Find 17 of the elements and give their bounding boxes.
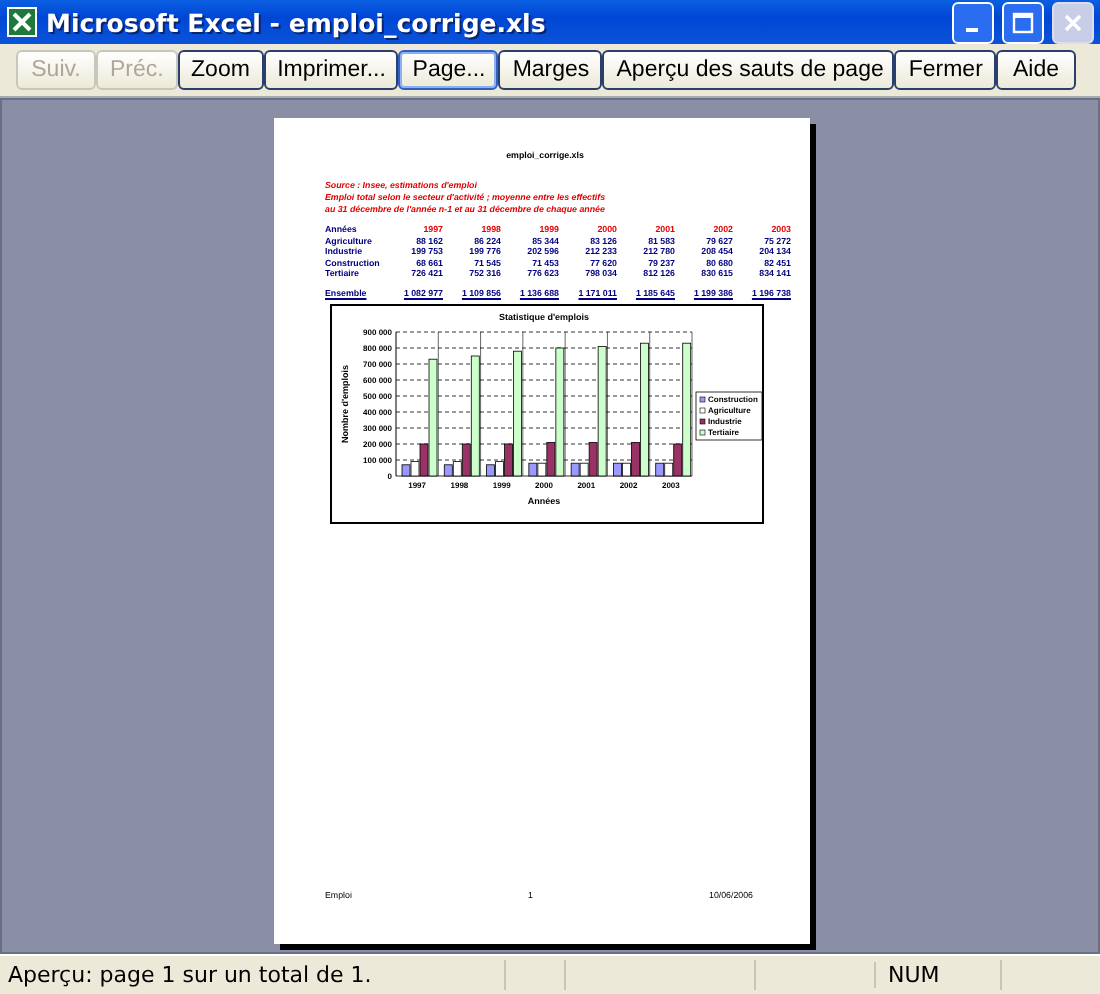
maximize-button[interactable]: [1002, 1, 1044, 43]
close-button[interactable]: [1052, 1, 1094, 43]
close-icon: [1062, 11, 1084, 33]
toolbar-button[interactable]: Imprimer...: [263, 50, 399, 90]
minimize-icon: [965, 27, 977, 31]
window-title: Microsoft Excel - emploi_corrige.xls: [46, 7, 548, 37]
toolbar-button[interactable]: Aide: [995, 50, 1076, 90]
num-lock-indicator: NUM: [874, 962, 1000, 988]
maximize-icon: [1012, 11, 1034, 33]
spreadsheet-icon: [6, 6, 38, 38]
toolbar-button[interactable]: Zoom: [177, 50, 264, 90]
minimize-button[interactable]: [952, 1, 994, 43]
status-message: Aperçu: page 1 sur un total de 1.: [6, 962, 374, 988]
toolbar-button[interactable]: Aperçu des sauts de page: [602, 50, 895, 90]
toolbar-button[interactable]: Marges: [498, 50, 603, 90]
toolbar-button[interactable]: Fermer: [894, 50, 996, 90]
toolbar-button[interactable]: Page...: [398, 50, 499, 90]
